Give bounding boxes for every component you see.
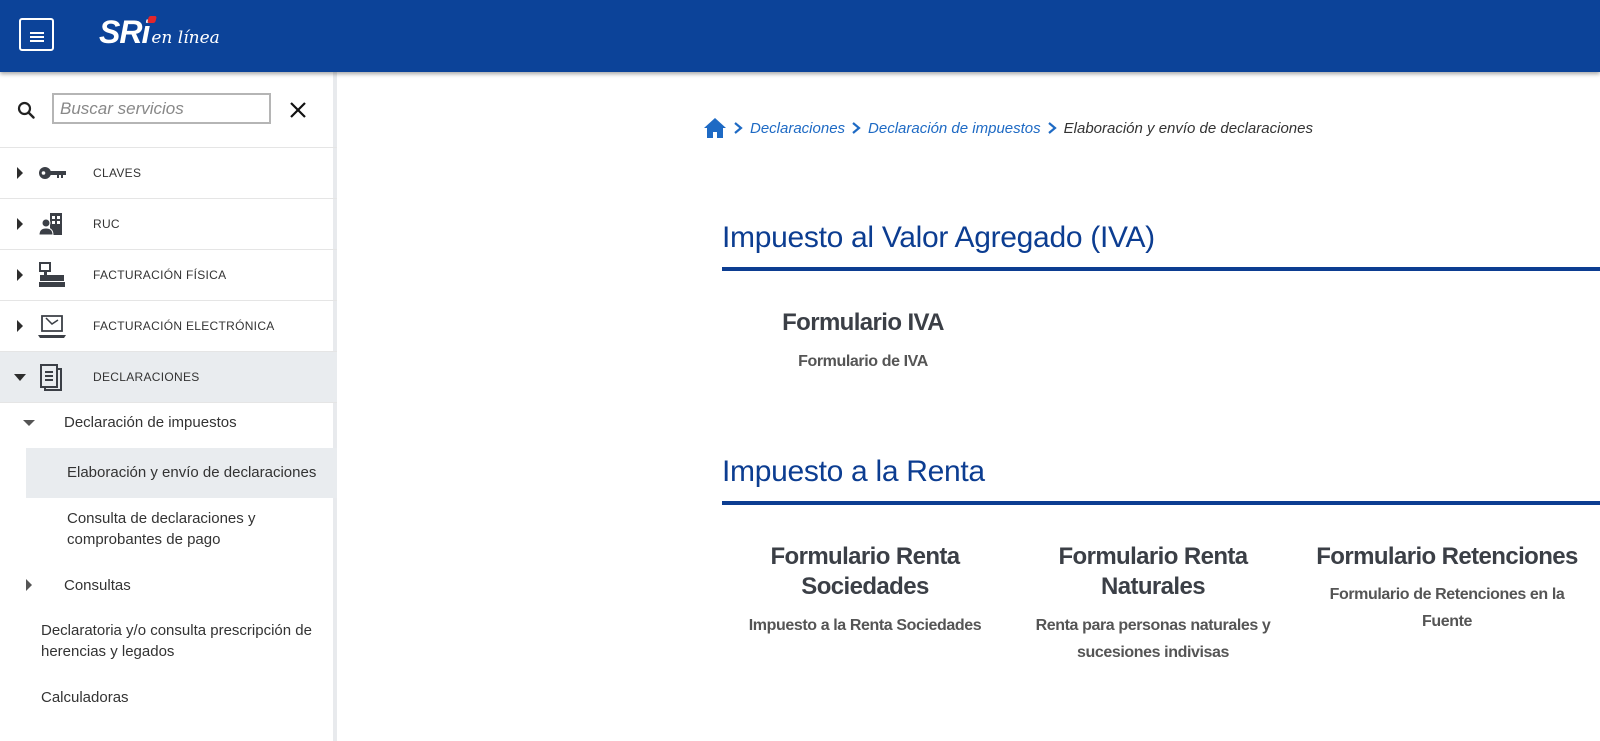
search-input[interactable]: [52, 93, 271, 124]
caret-right-icon: [26, 579, 32, 591]
sidebar-item-label: CLAVES: [93, 166, 142, 180]
laptop-icon: [38, 315, 66, 338]
sidebar-sub-elaboracion[interactable]: Elaboración y envío de declaraciones: [67, 462, 316, 483]
sidebar-item-facturacion-fisica[interactable]: FACTURACIÓN FÍSICA: [0, 250, 337, 301]
card-desc-formulario-iva: Formulario de IVA: [798, 353, 928, 370]
sidebar-sub-label-line: Declaratoria y/o consulta prescripción d…: [41, 622, 312, 639]
sidebar-sub-consultas[interactable]: Consultas: [64, 575, 131, 596]
sidebar-item-ruc[interactable]: RUC: [0, 199, 337, 250]
sidebar-sub-consulta-declaraciones[interactable]: Consulta de declaraciones y comprobantes…: [67, 508, 255, 550]
card-title-line: Naturales: [1101, 573, 1206, 600]
card-desc-line: Impuesto a la Renta Sociedades: [748, 617, 982, 634]
top-header: SRi en línea: [0, 0, 1600, 72]
card-title-renta-naturales[interactable]: Formulario Renta Naturales: [1013, 542, 1293, 602]
breadcrumb-current: Elaboración y envío de declaraciones: [1063, 119, 1313, 137]
caret-down-icon: [23, 420, 35, 426]
sidebar-item-label: FACTURACIÓN ELECTRÓNICA: [93, 319, 275, 333]
building-user-icon: [38, 213, 62, 236]
card-desc-renta-sociedades: Impuesto a la Renta Sociedades: [725, 612, 1005, 639]
caret-right-icon: [17, 218, 23, 230]
caret-down-icon: [14, 374, 26, 381]
sidebar-item-claves[interactable]: CLAVES: [0, 148, 337, 199]
sidebar-item-label: FACTURACIÓN FÍSICA: [93, 268, 227, 282]
section-divider: [722, 501, 1600, 505]
card-title-line: Formulario Retenciones: [1316, 543, 1578, 570]
sri-logo[interactable]: SRi en línea: [99, 14, 220, 54]
sidebar-item-label: DECLARACIONES: [93, 370, 200, 384]
sidebar-item-declaratoria[interactable]: Declaratoria y/o consulta prescripción d…: [41, 620, 312, 662]
sidebar-item-declaraciones[interactable]: DECLARACIONES: [0, 352, 337, 403]
home-icon[interactable]: [703, 117, 727, 139]
sidebar-sub-label-line: comprobantes de pago: [67, 531, 221, 548]
breadcrumb: Declaraciones Declaración de impuestos E…: [703, 116, 1313, 140]
card-title-renta-sociedades[interactable]: Formulario Renta Sociedades: [725, 542, 1005, 602]
section-title-renta: Impuesto a la Renta: [722, 455, 985, 488]
sidebar: CLAVES RUC FACTURACIÓN FÍSICA: [0, 72, 337, 741]
card-desc-line: sucesiones indivisas: [1076, 644, 1230, 661]
hamburger-menu-button[interactable]: [19, 18, 54, 51]
card-desc-line: Renta para personas naturales y: [1035, 617, 1271, 634]
hamburger-line: [30, 32, 44, 34]
chevron-right-icon: [1047, 122, 1057, 134]
card-desc-retenciones: Formulario de Retenciones en la Fuente: [1297, 581, 1597, 635]
card-title-formulario-iva[interactable]: Formulario IVA: [734, 308, 992, 338]
card-desc-renta-naturales: Renta para personas naturales y sucesion…: [1013, 612, 1293, 666]
search-row: [0, 72, 337, 148]
caret-right-icon: [17, 320, 23, 332]
sidebar-item-calculadoras[interactable]: Calculadoras: [41, 687, 129, 708]
card-desc-line: Formulario de Retenciones en la: [1329, 586, 1565, 603]
logo-sub-text: en línea: [151, 28, 220, 48]
hamburger-line: [30, 40, 44, 42]
sidebar-sub-declaracion-impuestos[interactable]: Declaración de impuestos: [64, 412, 237, 433]
logo-red-mark: [147, 16, 157, 23]
sidebar-item-facturacion-electronica[interactable]: FACTURACIÓN ELECTRÓNICA: [0, 301, 337, 352]
caret-right-icon: [17, 269, 23, 281]
chevron-right-icon: [852, 122, 861, 134]
sidebar-sub-label-line: herencias y legados: [41, 643, 175, 660]
sidebar-sub-label-line: Consulta de declaraciones y: [67, 510, 256, 527]
close-icon[interactable]: [288, 100, 308, 120]
breadcrumb-link-declaracion-impuestos[interactable]: Declaración de impuestos: [868, 120, 1041, 137]
hamburger-line: [30, 36, 44, 38]
caret-right-icon: [17, 167, 23, 179]
card-title-line: Sociedades: [801, 573, 929, 600]
card-title-line: Formulario Renta: [770, 543, 960, 570]
cash-register-icon: [39, 262, 65, 287]
key-icon: [39, 167, 66, 179]
card-desc-line: Fuente: [1421, 613, 1473, 630]
sidebar-item-label: RUC: [93, 217, 120, 231]
chevron-right-icon: [734, 122, 743, 134]
logo-main-text: SRi: [99, 14, 150, 50]
card-title-retenciones[interactable]: Formulario Retenciones: [1297, 542, 1597, 572]
card-title-line: Formulario Renta: [1058, 543, 1248, 570]
section-title-iva: Impuesto al Valor Agregado (IVA): [722, 221, 1155, 254]
section-divider: [722, 267, 1600, 271]
breadcrumb-link-declaraciones[interactable]: Declaraciones: [750, 120, 845, 137]
document-icon: [40, 364, 62, 391]
search-icon[interactable]: [17, 101, 35, 119]
